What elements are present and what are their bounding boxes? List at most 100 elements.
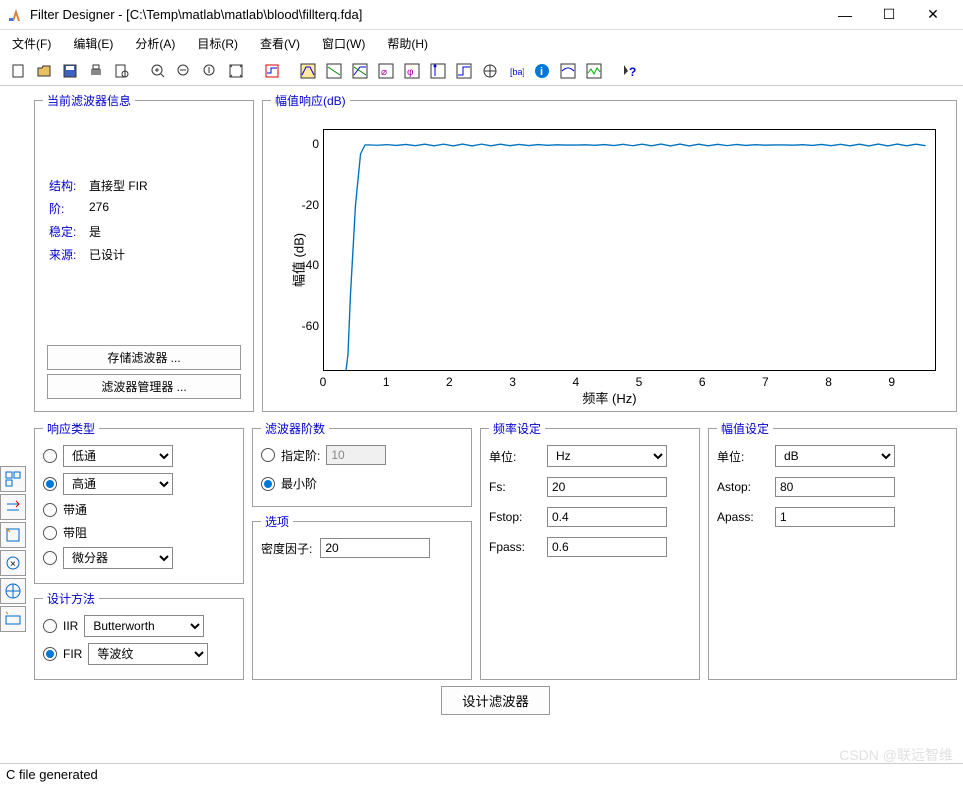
highpass-select[interactable]: 高通: [63, 473, 173, 495]
filter-info-panel: 当前滤波器信息 结构:直接型 FIR 阶:276 稳定:是 来源:已设计 存储滤…: [34, 92, 254, 412]
coeffs-icon[interactable]: [ba]: [504, 59, 528, 83]
svg-text:φ: φ: [407, 67, 414, 78]
order-value: 276: [89, 200, 109, 217]
new-icon[interactable]: [6, 59, 30, 83]
side-tab-4[interactable]: ×: [0, 550, 26, 576]
zoom-in-icon[interactable]: [146, 59, 170, 83]
open-icon[interactable]: [32, 59, 56, 83]
save-icon[interactable]: [58, 59, 82, 83]
zoom-x-icon[interactable]: [172, 59, 196, 83]
structure-label: 结构:: [49, 177, 89, 194]
fstop-input[interactable]: [547, 507, 667, 527]
toolbar: ⌀ φ [ba] i ?: [0, 56, 963, 86]
close-button[interactable]: ✕: [911, 1, 955, 29]
svg-text:?: ?: [629, 65, 636, 79]
svg-text:⌀: ⌀: [381, 67, 387, 78]
diff-select[interactable]: 微分器: [63, 547, 173, 569]
source-value: 已设计: [89, 246, 125, 263]
side-tab-2[interactable]: [0, 494, 26, 520]
radio-bandpass[interactable]: [43, 503, 57, 517]
mag-est-icon[interactable]: [556, 59, 580, 83]
menu-file[interactable]: 文件(F): [8, 33, 55, 54]
order-label: 阶:: [49, 200, 89, 217]
radio-lowpass[interactable]: [43, 449, 57, 463]
structure-value: 直接型 FIR: [89, 177, 148, 194]
step-icon[interactable]: [452, 59, 476, 83]
iir-select[interactable]: Butterworth: [84, 615, 204, 637]
print-icon[interactable]: [84, 59, 108, 83]
menu-target[interactable]: 目标(R): [193, 33, 242, 54]
radio-diff[interactable]: [43, 551, 57, 565]
radio-bandstop[interactable]: [43, 526, 57, 540]
statusbar: C file generated: [0, 763, 963, 785]
minimize-button[interactable]: —: [823, 1, 867, 29]
menu-window[interactable]: 窗口(W): [318, 33, 369, 54]
side-tab-6[interactable]: [0, 606, 26, 632]
response-type-panel: 响应类型 低通 高通 带通 带阻 微分器: [34, 420, 244, 584]
stable-value: 是: [89, 223, 101, 240]
matlab-icon: [8, 7, 24, 23]
design-method-panel: 设计方法 IIRButterworth FIR等波纹: [34, 590, 244, 680]
x-axis-label: 频率 (Hz): [582, 388, 636, 407]
roundoff-icon[interactable]: [582, 59, 606, 83]
filter-info-title: 当前滤波器信息: [43, 92, 135, 109]
radio-specify-order[interactable]: [261, 448, 275, 462]
polezero-icon[interactable]: [478, 59, 502, 83]
stable-label: 稳定:: [49, 223, 89, 240]
phase-delay-icon[interactable]: φ: [400, 59, 424, 83]
freq-spec-panel: 频率设定 单位:Hz Fs: Fstop: Fpass:: [480, 420, 700, 680]
zoom-fit-icon[interactable]: [224, 59, 248, 83]
impulse-icon[interactable]: [426, 59, 450, 83]
svg-text:i: i: [540, 66, 543, 78]
filter-spec-icon[interactable]: [260, 59, 284, 83]
watermark: CSDN @联远智维: [839, 745, 953, 765]
side-tab-3[interactable]: [0, 522, 26, 548]
menu-edit[interactable]: 编辑(E): [69, 33, 117, 54]
radio-iir[interactable]: [43, 619, 57, 633]
filter-manager-button[interactable]: 滤波器管理器 ...: [47, 374, 241, 399]
radio-fir[interactable]: [43, 647, 57, 661]
freq-unit-select[interactable]: Hz: [547, 445, 667, 467]
fs-input[interactable]: [547, 477, 667, 497]
window-title: Filter Designer - [C:\Temp\matlab\matlab…: [30, 7, 823, 22]
status-text: C file generated: [6, 767, 98, 782]
menu-analysis[interactable]: 分析(A): [131, 33, 179, 54]
context-help-icon[interactable]: ?: [618, 59, 642, 83]
source-label: 来源:: [49, 246, 89, 263]
zoom-y-icon[interactable]: [198, 59, 222, 83]
lowpass-select[interactable]: 低通: [63, 445, 173, 467]
mag-unit-select[interactable]: dB: [775, 445, 895, 467]
phase-response-icon[interactable]: [322, 59, 346, 83]
order-input: [326, 445, 386, 465]
chart-axes: [323, 129, 936, 371]
astop-input[interactable]: [775, 477, 895, 497]
mag-phase-icon[interactable]: [348, 59, 372, 83]
radio-highpass[interactable]: [43, 477, 57, 491]
fir-select[interactable]: 等波纹: [88, 643, 208, 665]
design-filter-button[interactable]: 设计滤波器: [441, 686, 550, 715]
side-tabs: ×: [0, 86, 28, 738]
side-tab-5[interactable]: [0, 578, 26, 604]
apass-input[interactable]: [775, 507, 895, 527]
group-delay-icon[interactable]: ⌀: [374, 59, 398, 83]
mag-spec-panel: 幅值设定 单位:dB Astop: Apass:: [708, 420, 957, 680]
radio-min-order[interactable]: [261, 477, 275, 491]
print-preview-icon[interactable]: [110, 59, 134, 83]
info-icon[interactable]: i: [530, 59, 554, 83]
save-filter-button[interactable]: 存储滤波器 ...: [47, 345, 241, 370]
svg-text:×: ×: [10, 559, 16, 570]
fpass-input[interactable]: [547, 537, 667, 557]
menu-help[interactable]: 帮助(H): [383, 33, 432, 54]
menubar: 文件(F) 编辑(E) 分析(A) 目标(R) 查看(V) 窗口(W) 帮助(H…: [0, 30, 963, 56]
filter-order-panel: 滤波器阶数 指定阶: 最小阶: [252, 420, 472, 507]
chart-title: 幅值响应(dB): [271, 92, 350, 109]
density-input[interactable]: [320, 538, 430, 558]
magnitude-response-panel: 幅值响应(dB) 幅值 (dB) 频率 (Hz) 0-20-40-6001234…: [262, 92, 957, 412]
svg-text:[ba]: [ba]: [510, 67, 524, 77]
mag-response-icon[interactable]: [296, 59, 320, 83]
titlebar: Filter Designer - [C:\Temp\matlab\matlab…: [0, 0, 963, 30]
menu-view[interactable]: 查看(V): [256, 33, 304, 54]
side-tab-1[interactable]: [0, 466, 26, 492]
options-panel: 选项 密度因子:: [252, 513, 472, 680]
maximize-button[interactable]: ☐: [867, 1, 911, 29]
